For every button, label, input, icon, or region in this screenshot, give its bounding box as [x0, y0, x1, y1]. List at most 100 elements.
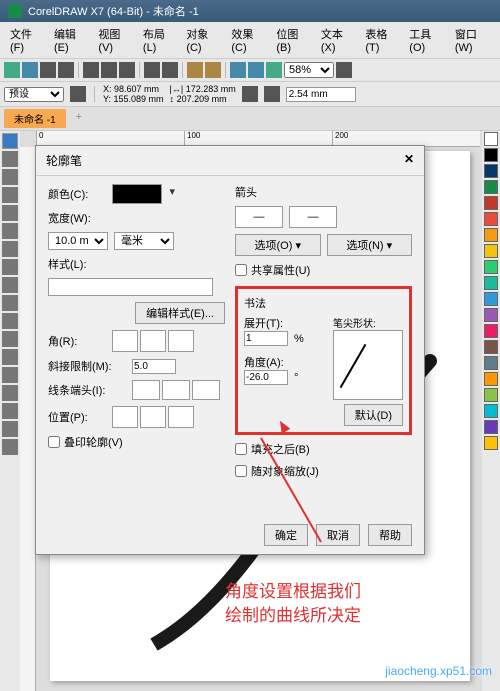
arrow-end-dropdown[interactable]: — [289, 206, 337, 228]
corner-bevel-button[interactable] [168, 330, 194, 352]
color-swatch[interactable] [484, 196, 498, 210]
color-swatch[interactable] [484, 388, 498, 402]
menu-window[interactable]: 窗口(W) [449, 24, 496, 56]
pos-center-button[interactable] [140, 406, 166, 428]
cap-flat-button[interactable] [132, 380, 160, 400]
zoom-tool-icon[interactable] [2, 187, 18, 203]
menu-object[interactable]: 对象(C) [180, 24, 225, 56]
outline-tool-icon[interactable] [2, 439, 18, 455]
transparency-tool-icon[interactable] [2, 385, 18, 401]
options-icon[interactable] [266, 62, 282, 78]
menu-edit[interactable]: 编辑(E) [48, 24, 92, 56]
menu-text[interactable]: 文本(X) [315, 24, 359, 56]
paste-icon[interactable] [119, 62, 135, 78]
menu-effect[interactable]: 效果(C) [225, 24, 270, 56]
arrow-options-left-button[interactable]: 选项(O) ▾ [235, 234, 321, 256]
cut-icon[interactable] [83, 62, 99, 78]
fullscreen-icon[interactable] [336, 62, 352, 78]
print-icon[interactable] [58, 62, 74, 78]
fill-behind-checkbox[interactable]: 填充之后(B) [235, 441, 412, 457]
menu-view[interactable]: 视图(V) [92, 24, 136, 56]
edit-style-button[interactable]: 编辑样式(E)... [135, 302, 225, 324]
orientation-icon[interactable] [70, 86, 86, 102]
color-swatch[interactable] [484, 436, 498, 450]
outline-width-input[interactable] [286, 87, 356, 102]
arrow-options-right-button[interactable]: 选项(N) ▾ [327, 234, 413, 256]
blend-tool-icon[interactable] [2, 367, 18, 383]
miter-input[interactable] [132, 359, 176, 374]
dimension-tool-icon[interactable] [2, 331, 18, 347]
open-icon[interactable] [22, 62, 38, 78]
import-icon[interactable] [187, 62, 203, 78]
preset-select[interactable]: 预设 [4, 87, 64, 102]
color-swatch[interactable] [484, 292, 498, 306]
publish-icon[interactable] [230, 62, 246, 78]
pos-inside-button[interactable] [168, 406, 194, 428]
color-dropdown[interactable] [112, 184, 162, 204]
freehand-tool-icon[interactable] [2, 205, 18, 221]
document-tab[interactable]: 未命名 -1 [4, 109, 66, 128]
pick-tool-icon[interactable] [2, 133, 18, 149]
new-icon[interactable] [4, 62, 20, 78]
artistic-media-icon[interactable] [2, 223, 18, 239]
shape-tool-icon[interactable] [2, 151, 18, 167]
color-swatch[interactable] [484, 308, 498, 322]
eyedropper-tool-icon[interactable] [2, 403, 18, 419]
color-swatch[interactable] [484, 260, 498, 274]
zoom-select[interactable]: 58% [284, 62, 334, 78]
connector-tool-icon[interactable] [2, 349, 18, 365]
text-tool-icon[interactable] [2, 295, 18, 311]
help-button[interactable]: 帮助 [368, 524, 412, 546]
color-swatch[interactable] [484, 404, 498, 418]
stretch-input[interactable] [244, 331, 288, 346]
corner-round-button[interactable] [140, 330, 166, 352]
color-swatch[interactable] [484, 356, 498, 370]
cancel-button[interactable]: 取消 [316, 524, 360, 546]
undo-icon[interactable] [144, 62, 160, 78]
crop-tool-icon[interactable] [2, 169, 18, 185]
polygon-tool-icon[interactable] [2, 277, 18, 293]
menu-layout[interactable]: 布局(L) [137, 24, 180, 56]
color-swatch[interactable] [484, 212, 498, 226]
color-swatch[interactable] [484, 340, 498, 354]
close-icon[interactable]: ✕ [404, 152, 414, 169]
color-swatch[interactable] [484, 228, 498, 242]
menu-bitmap[interactable]: 位图(B) [270, 24, 314, 56]
add-tab-button[interactable]: + [70, 109, 88, 128]
fill-tool-icon[interactable] [2, 421, 18, 437]
ellipse-tool-icon[interactable] [2, 259, 18, 275]
ok-button[interactable]: 确定 [264, 524, 308, 546]
rectangle-tool-icon[interactable] [2, 241, 18, 257]
color-swatch[interactable] [484, 324, 498, 338]
color-swatch[interactable] [484, 164, 498, 178]
menu-tools[interactable]: 工具(O) [403, 24, 449, 56]
overprint-checkbox[interactable]: 叠印轮廓(V) [48, 434, 225, 450]
default-button[interactable]: 默认(D) [344, 404, 403, 426]
style-dropdown[interactable] [48, 278, 213, 296]
cap-square-button[interactable] [192, 380, 220, 400]
menu-table[interactable]: 表格(T) [359, 24, 403, 56]
color-swatch[interactable] [484, 132, 498, 146]
angle-input[interactable] [244, 370, 288, 385]
mirror-h-icon[interactable] [264, 86, 280, 102]
color-swatch[interactable] [484, 420, 498, 434]
corner-miter-button[interactable] [112, 330, 138, 352]
menu-file[interactable]: 文件(F) [4, 24, 48, 56]
snap-icon[interactable] [248, 62, 264, 78]
pos-outside-button[interactable] [112, 406, 138, 428]
color-swatch[interactable] [484, 276, 498, 290]
lock-icon[interactable] [242, 86, 258, 102]
color-swatch[interactable] [484, 372, 498, 386]
export-icon[interactable] [205, 62, 221, 78]
copy-icon[interactable] [101, 62, 117, 78]
table-tool-icon[interactable] [2, 313, 18, 329]
color-swatch[interactable] [484, 180, 498, 194]
save-icon[interactable] [40, 62, 56, 78]
color-swatch[interactable] [484, 148, 498, 162]
cap-round-button[interactable] [162, 380, 190, 400]
color-swatch[interactable] [484, 244, 498, 258]
arrow-start-dropdown[interactable]: — [235, 206, 283, 228]
scale-with-checkbox[interactable]: 随对象缩放(J) [235, 463, 412, 479]
width-select[interactable]: 10.0 mm [48, 232, 108, 250]
unit-select[interactable]: 毫米 [114, 232, 174, 250]
